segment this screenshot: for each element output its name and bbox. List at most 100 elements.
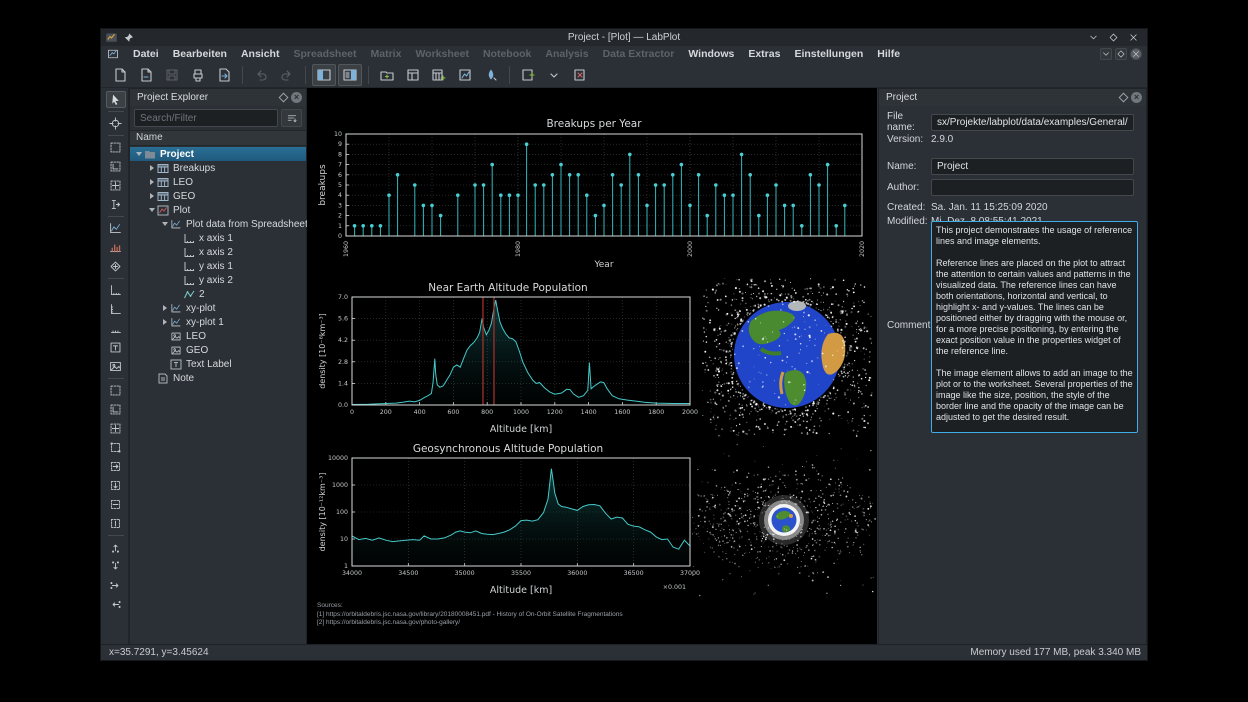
close-dock-icon[interactable]: × — [1131, 92, 1142, 103]
close-button[interactable] — [1128, 32, 1139, 43]
svg-text:0: 0 — [338, 233, 342, 240]
menu-bearbeiten[interactable]: Bearbeiten — [166, 47, 234, 61]
expander-open-icon[interactable] — [134, 152, 144, 156]
tree-item-2[interactable]: 2 — [130, 287, 306, 301]
print-icon[interactable] — [186, 64, 210, 86]
tree-item-project[interactable]: Project — [130, 147, 306, 161]
author-field[interactable] — [931, 179, 1134, 196]
add-plot-four-axes-icon[interactable] — [106, 139, 126, 156]
new-window-dropdown-icon[interactable] — [542, 64, 566, 86]
tree-item-plot[interactable]: Plot — [130, 203, 306, 217]
add-plot-area-icon[interactable] — [106, 339, 126, 356]
new-project-icon[interactable] — [108, 64, 132, 86]
tree-item-xy-plot-1[interactable]: xy-plot 1 — [130, 315, 306, 329]
expander-closed-icon[interactable] — [160, 319, 170, 325]
mdi-restore-button[interactable] — [1115, 48, 1127, 60]
svg-text:2.8: 2.8 — [338, 359, 348, 366]
shift-up-icon[interactable] — [106, 577, 126, 594]
zoom-in-icon[interactable] — [106, 539, 126, 556]
plot-geosynchronous-altitude[interactable]: Geosynchronous Altitude Population340003… — [316, 440, 700, 596]
mdi-minimize-button[interactable] — [1100, 48, 1112, 60]
filter-options-button[interactable] — [281, 109, 302, 127]
comment-field[interactable]: This project demonstrates the usage of r… — [931, 221, 1138, 433]
insert-plot-template-3-icon[interactable] — [106, 420, 126, 437]
insert-plot-template-1-icon[interactable] — [106, 382, 126, 399]
new-spreadsheet-icon[interactable] — [427, 64, 451, 86]
add-plot-two-axes-icon[interactable] — [106, 158, 126, 175]
menu-data-extractor: Data Extractor — [596, 47, 682, 61]
minimize-button[interactable] — [1088, 32, 1099, 43]
worksheet-canvas[interactable]: Breakups per Year01234567891019601980200… — [307, 88, 877, 646]
leo-debris-image[interactable] — [701, 277, 873, 437]
export-icon[interactable] — [212, 64, 236, 86]
zoom-x-select-icon[interactable] — [106, 458, 126, 475]
menu-einstellungen[interactable]: Einstellungen — [787, 47, 870, 61]
tree-item-y-axis-2[interactable]: y axis 2 — [130, 273, 306, 287]
tree-item-plot-data-from-spreadsheet[interactable]: Plot data from Spreadsheet — [130, 217, 306, 231]
new-worksheet-icon[interactable] — [453, 64, 477, 86]
shift-down-icon[interactable] — [106, 596, 126, 613]
add-y-axis-icon[interactable] — [106, 301, 126, 318]
svg-text:35500: 35500 — [511, 570, 531, 577]
expander-open-icon[interactable] — [147, 208, 157, 212]
search-input[interactable] — [134, 109, 278, 127]
toggle-properties-explorer-icon[interactable] — [338, 64, 362, 86]
tree-item-text-label[interactable]: Text Label — [130, 357, 306, 371]
plot-breakups-per-year[interactable]: Breakups per Year01234567891019601980200… — [316, 114, 872, 270]
shift-x-icon[interactable] — [106, 496, 126, 513]
plot-near-earth-altitude[interactable]: Near Earth Altitude Population0200400600… — [316, 279, 700, 435]
open-project-icon[interactable] — [134, 64, 158, 86]
tree-item-note[interactable]: Note — [130, 371, 306, 385]
tree-item-x-axis-2[interactable]: x axis 2 — [130, 245, 306, 259]
expander-closed-icon[interactable] — [147, 165, 157, 171]
add-custom-axis-icon[interactable] — [106, 320, 126, 337]
new-folder-icon[interactable] — [375, 64, 399, 86]
expander-open-icon[interactable] — [160, 222, 170, 226]
new-window-icon[interactable] — [516, 64, 540, 86]
color-scheme-icon[interactable] — [479, 64, 503, 86]
tree-item-leo[interactable]: LEO — [130, 329, 306, 343]
expander-closed-icon[interactable] — [160, 305, 170, 311]
toggle-project-explorer-icon[interactable] — [312, 64, 336, 86]
tree-item-breakups[interactable]: Breakups — [130, 161, 306, 175]
new-workbook-icon[interactable] — [401, 64, 425, 86]
close-window-icon[interactable] — [568, 64, 592, 86]
shift-y-icon[interactable] — [106, 515, 126, 532]
expander-closed-icon[interactable] — [147, 193, 157, 199]
add-text-label-icon[interactable] — [106, 196, 126, 213]
mouse-selection-mode-icon[interactable] — [106, 91, 126, 108]
tree-item-geo[interactable]: GEO — [130, 189, 306, 203]
tree-item-x-axis-1[interactable]: x axis 1 — [130, 231, 306, 245]
add-histogram-icon[interactable] — [106, 239, 126, 256]
mdi-close-button[interactable] — [1130, 48, 1142, 60]
close-dock-icon[interactable]: × — [291, 92, 302, 103]
geo-debris-image[interactable] — [691, 442, 877, 602]
sources-text-label[interactable]: Sources:[1] https://orbitaldebris.jsc.na… — [317, 602, 737, 628]
svg-text:Altitude [km]: Altitude [km] — [490, 585, 552, 596]
menu-datei[interactable]: Datei — [126, 47, 166, 61]
tree-item-y-axis-1[interactable]: y axis 1 — [130, 259, 306, 273]
expander-closed-icon[interactable] — [147, 179, 157, 185]
tree-item-leo[interactable]: LEO — [130, 175, 306, 189]
file-name-field[interactable] — [931, 114, 1134, 131]
menu-hilfe[interactable]: Hilfe — [870, 47, 907, 61]
add-xy-curve-icon[interactable] — [106, 220, 126, 237]
crosshair-mode-icon[interactable] — [106, 115, 126, 132]
zoom-y-select-icon[interactable] — [106, 477, 126, 494]
menu-ansicht[interactable]: Ansicht — [234, 47, 287, 61]
menu-windows[interactable]: Windows — [681, 47, 741, 61]
add-x-axis-icon[interactable] — [106, 282, 126, 299]
insert-plot-template-2-icon[interactable] — [106, 401, 126, 418]
float-dock-icon[interactable] — [1119, 93, 1129, 103]
auto-fit-icon[interactable] — [106, 258, 126, 275]
menu-extras[interactable]: Extras — [741, 47, 787, 61]
float-dock-icon[interactable] — [279, 93, 289, 103]
name-field[interactable] — [931, 158, 1134, 175]
zoom-select-icon[interactable] — [106, 439, 126, 456]
add-image-icon[interactable] — [106, 358, 126, 375]
tree-item-xy-plot[interactable]: xy-plot — [130, 301, 306, 315]
tree-item-geo[interactable]: GEO — [130, 343, 306, 357]
add-plot-centered-axes-icon[interactable] — [106, 177, 126, 194]
maximize-button[interactable] — [1108, 32, 1119, 43]
zoom-out-icon[interactable] — [106, 558, 126, 575]
